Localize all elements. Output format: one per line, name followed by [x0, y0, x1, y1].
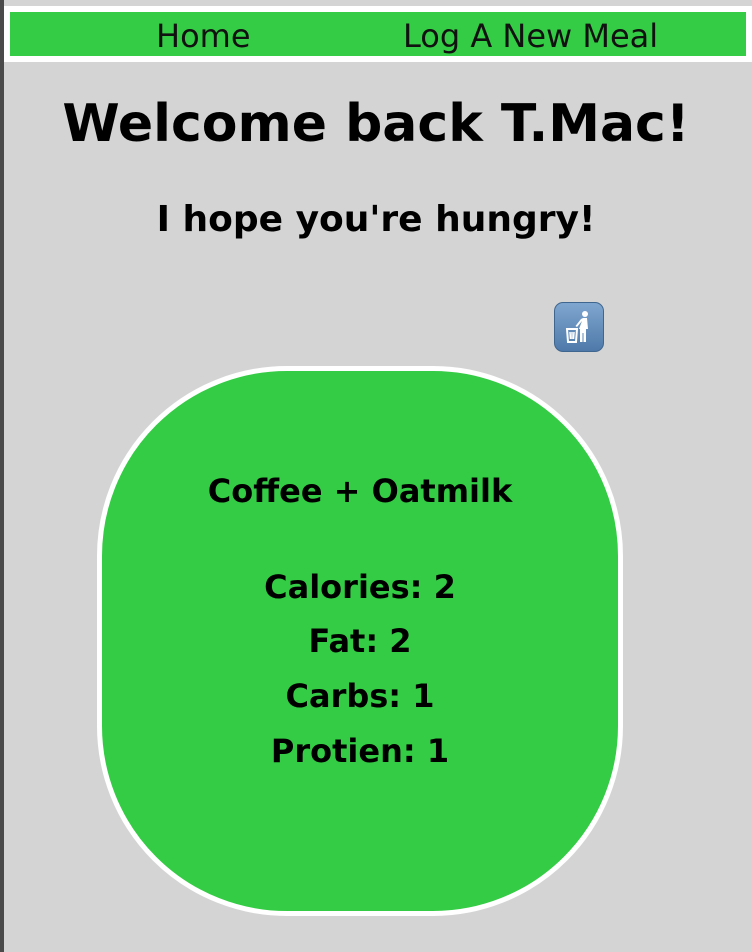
hungry-subtitle: I hope you're hungry! [156, 199, 596, 240]
navigation-bar: Home Log A New Meal [10, 12, 746, 56]
page: Home Log A New Meal Welcome back T.Mac! … [0, 0, 752, 952]
meal-protein: Protien: 1 [270, 732, 450, 770]
top-navigation: Home Log A New Meal [4, 6, 752, 62]
meal-carbs: Carbs: 1 [285, 677, 435, 715]
welcome-heading: Welcome back T.Mac! [62, 94, 690, 154]
trash-icon [565, 311, 588, 343]
meal-calories: Calories: 2 [264, 568, 456, 606]
meal-card: Coffee + Oatmilk Calories: 2 Fat: 2 Carb… [97, 366, 623, 916]
nav-home-link[interactable]: Home [156, 18, 251, 54]
meal-name: Coffee + Oatmilk [207, 472, 513, 510]
delete-meal-button[interactable] [554, 302, 604, 352]
nav-log-new-meal-link[interactable]: Log A New Meal [403, 18, 658, 54]
meal-fat: Fat: 2 [308, 622, 412, 660]
